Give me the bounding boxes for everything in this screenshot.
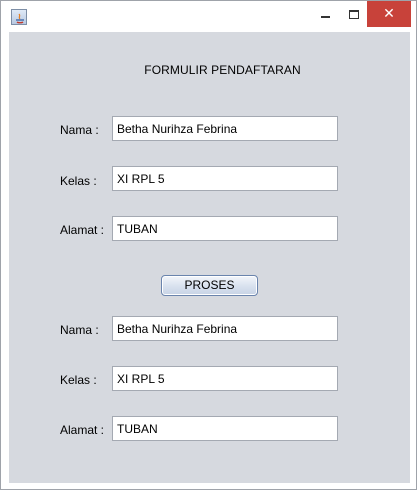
nama-input[interactable] [112,116,338,141]
minimize-button[interactable] [311,1,339,27]
maximize-icon [349,9,359,19]
kelas-input[interactable] [112,166,338,191]
kelas-label: Kelas : [60,174,97,188]
proses-button[interactable]: PROSES [161,275,258,296]
kelas-output-label: Kelas : [60,373,97,387]
title-bar[interactable]: ✕ [1,1,416,31]
alamat-output-label: Alamat : [60,423,105,437]
alamat-label: Alamat : [60,223,105,237]
java-app-icon [11,9,27,25]
close-button[interactable]: ✕ [367,1,411,27]
minimize-icon [320,16,330,18]
maximize-button[interactable] [340,1,368,27]
alamat-output-field[interactable] [112,416,338,441]
kelas-output-field[interactable] [112,366,338,391]
close-icon: ✕ [383,6,395,22]
nama-output-field[interactable] [112,316,338,341]
nama-output-label: Nama : [60,323,99,337]
form-heading: FORMULIR PENDAFTARAN [144,63,301,77]
alamat-input[interactable] [112,216,338,241]
form-panel: FORMULIR PENDAFTARAN Nama : Kelas : Alam… [9,32,410,483]
app-window: ✕ FORMULIR PENDAFTARAN Nama : Kelas : Al… [0,0,417,490]
nama-label: Nama : [60,123,99,137]
